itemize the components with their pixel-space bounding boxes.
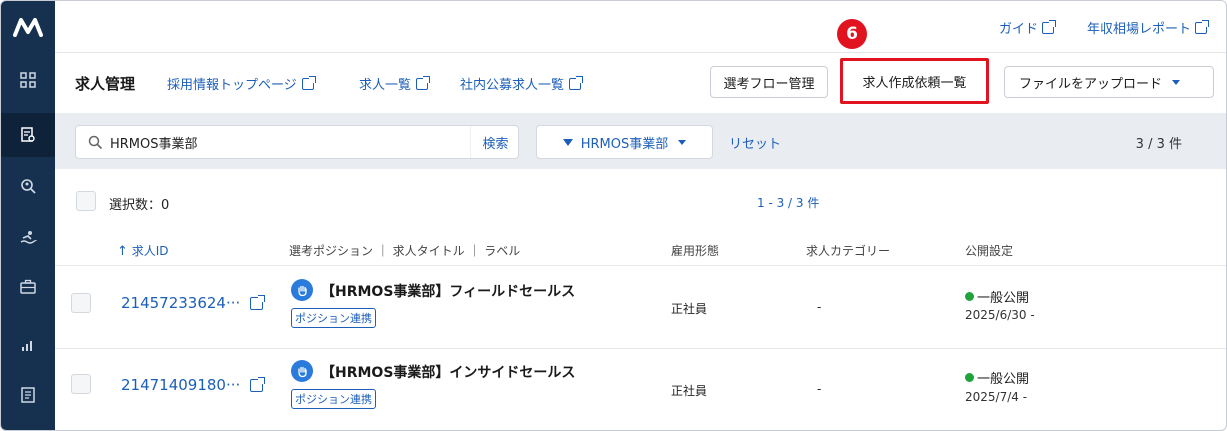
- magnifier-person-icon: [21, 179, 36, 194]
- reset-link[interactable]: リセット: [729, 133, 781, 152]
- search-button[interactable]: 検索: [470, 126, 520, 158]
- recruit-top-link-label: 採用情報トップページ: [167, 78, 297, 93]
- green-status-dot: [965, 373, 974, 382]
- selected-count: 選択数：0: [109, 198, 170, 213]
- filter-icon: [562, 138, 573, 146]
- job-title[interactable]: 【HRMOS事業部】インサイドセールス: [321, 362, 575, 382]
- salary-report-link[interactable]: 年収相場レポート: [1087, 18, 1210, 37]
- swimmer-icon: [20, 231, 37, 244]
- row-checkbox[interactable]: [71, 293, 91, 313]
- divider: [55, 265, 1226, 266]
- job-list-link-label: 求人一覧: [359, 78, 412, 93]
- external-link-icon: [1042, 19, 1057, 34]
- result-count: 3 / 3 件: [1135, 137, 1182, 152]
- sidebar-item-settings[interactable]: [1, 373, 55, 417]
- job-id-link[interactable]: 21457233624···: [121, 294, 266, 312]
- job-id-link[interactable]: 21471409180···: [121, 376, 266, 394]
- row-checkbox[interactable]: [71, 374, 91, 394]
- search-icon: [88, 135, 103, 150]
- publish-status: 一般公開: [965, 287, 1029, 306]
- position-link-tag: ポジション連携: [291, 389, 376, 409]
- hrmos-logo[interactable]: [1, 1, 55, 53]
- publish-date: 2025/6/30 -: [965, 308, 1035, 322]
- department-filter-label: HRMOS事業部: [580, 136, 669, 152]
- sidebar-item-employees[interactable]: [1, 265, 55, 309]
- bar-chart-icon: [22, 341, 32, 351]
- position-link-tag: ポジション連携: [291, 308, 376, 328]
- filter-bar: 検索 HRMOS事業部 リセット 3 / 3 件: [55, 113, 1226, 169]
- page-nav: 求人管理 採用情報トップページ 求人一覧 社内公募求人一覧 選考フロー管理 求人…: [55, 53, 1226, 111]
- search-box: 検索: [75, 125, 519, 159]
- internal-job-list-link[interactable]: 社内公募求人一覧: [460, 74, 584, 93]
- green-status-dot: [965, 292, 974, 301]
- external-link-icon: [250, 294, 266, 310]
- sidebar-item-jobs[interactable]: [1, 113, 55, 157]
- job-request-list-button[interactable]: 求人作成依頼一覧: [840, 58, 989, 104]
- search-input[interactable]: [110, 126, 470, 158]
- job-category: -: [817, 300, 822, 314]
- upload-file-label: ファイルをアップロード: [1019, 76, 1163, 92]
- publish-date: 2025/7/4 -: [965, 390, 1028, 404]
- caret-down-icon: [678, 139, 687, 145]
- divider: [55, 348, 1226, 349]
- upload-file-button[interactable]: ファイルをアップロード: [1004, 66, 1214, 98]
- form-icon: [21, 387, 35, 403]
- pagination-range: 1 - 3 / 3 件: [757, 196, 820, 210]
- sidebar-item-candidates[interactable]: [1, 215, 55, 259]
- logo-icon: [13, 18, 43, 37]
- caret-down-icon: [1172, 79, 1181, 85]
- internal-job-list-link-label: 社内公募求人一覧: [460, 78, 565, 93]
- job-id-text: 21457233624···: [121, 294, 241, 312]
- sidebar-item-reports[interactable]: [1, 323, 55, 367]
- publish-status-label: 一般公開: [977, 291, 1030, 306]
- column-header-publish: 公開設定: [965, 244, 1014, 258]
- department-filter-button[interactable]: HRMOS事業部: [536, 125, 713, 159]
- job-category: -: [817, 382, 822, 396]
- hand-icon: [291, 279, 313, 301]
- sort-up-arrow-icon: ↑: [117, 244, 128, 259]
- external-link-icon: [301, 75, 316, 90]
- external-link-icon: [569, 75, 584, 90]
- document-search-icon: [21, 127, 35, 142]
- column-header-id[interactable]: ↑ 求人ID: [117, 242, 169, 259]
- external-link-icon: [416, 75, 431, 90]
- app-window: ガイド 年収相場レポート 6 求人管理 採用情報トップページ 求人一覧 社内公募…: [0, 0, 1227, 431]
- grid-icon: [20, 72, 36, 88]
- guide-link-label: ガイド: [999, 22, 1039, 37]
- recruit-top-link[interactable]: 採用情報トップページ: [167, 74, 316, 93]
- job-title[interactable]: 【HRMOS事業部】フィールドセールス: [321, 281, 575, 301]
- top-bar: ガイド 年収相場レポート: [55, 1, 1226, 53]
- external-link-icon: [1195, 19, 1210, 34]
- select-all-checkbox[interactable]: [76, 191, 96, 211]
- publish-status-label: 一般公開: [977, 372, 1030, 387]
- sidebar-item-search[interactable]: [1, 164, 55, 208]
- job-list-link[interactable]: 求人一覧: [359, 74, 431, 93]
- employment-type: 正社員: [671, 384, 708, 398]
- step-number-badge: 6: [837, 19, 867, 49]
- column-header-employment: 雇用形態: [671, 244, 720, 258]
- briefcase-icon: [20, 279, 36, 294]
- sidebar-item-dashboard[interactable]: [1, 58, 55, 102]
- column-header-position: 選考ポジション ｜ 求人タイトル ｜ ラベル: [289, 244, 521, 258]
- guide-link[interactable]: ガイド: [999, 18, 1057, 37]
- salary-report-label: 年収相場レポート: [1087, 22, 1192, 37]
- employment-type: 正社員: [671, 302, 708, 316]
- page-title: 求人管理: [75, 75, 136, 93]
- sidebar: [1, 1, 55, 430]
- column-header-id-label: 求人ID: [131, 244, 169, 258]
- external-link-icon: [250, 376, 266, 392]
- job-id-text: 21471409180···: [121, 376, 241, 394]
- hand-icon: [291, 360, 313, 382]
- column-header-category: 求人カテゴリー: [806, 244, 891, 258]
- publish-status: 一般公開: [965, 368, 1029, 387]
- selection-flow-button[interactable]: 選考フロー管理: [710, 66, 828, 98]
